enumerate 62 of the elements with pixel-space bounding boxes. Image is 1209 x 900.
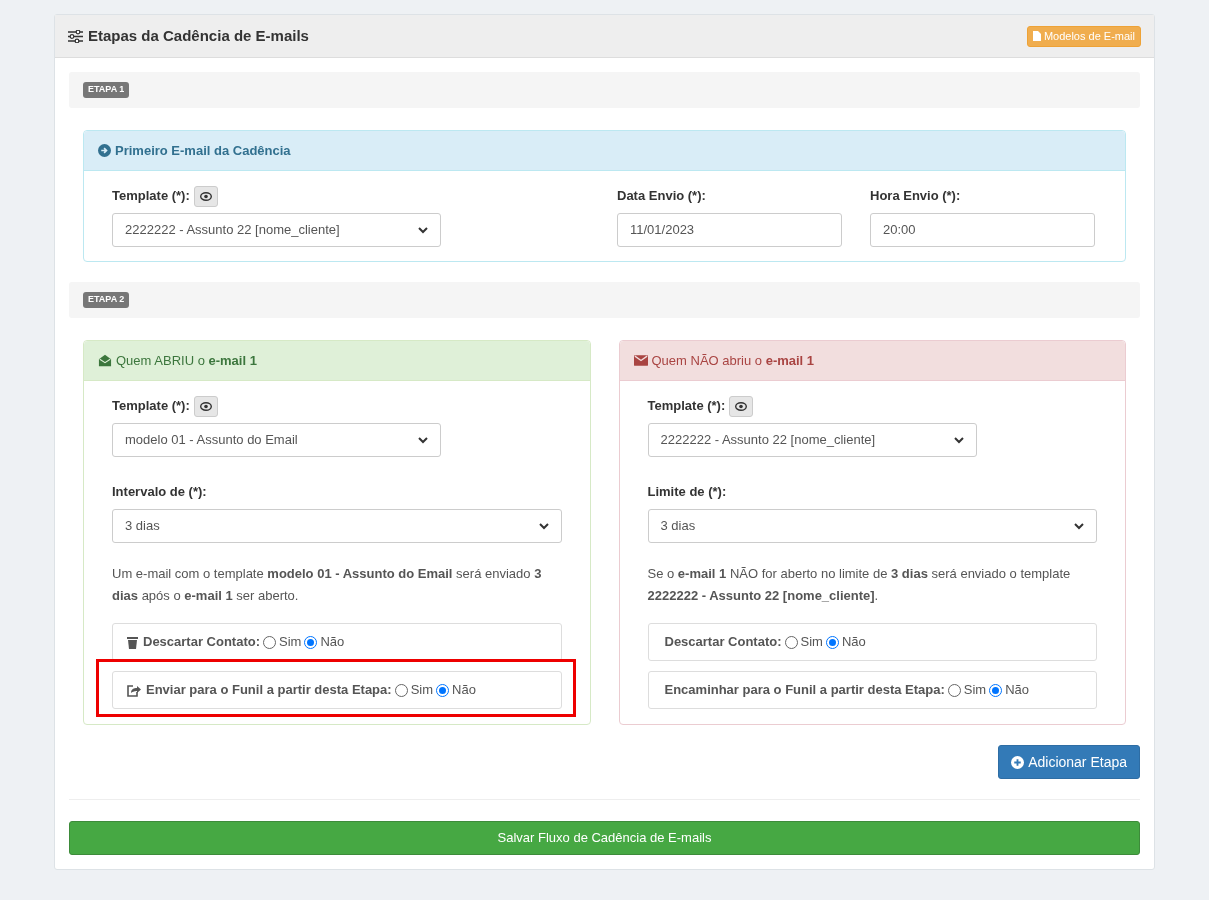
caret-icon [538,522,549,530]
description-text: Se o e-mail 1 NÃO for aberto no limite de 3 dias será enviado o template 2222222 - Assunto 22 [nome_cliente]. [647,565,1072,605]
field-label: Data Envio (*): [617,187,706,206]
radio-label: Não [841,633,866,652]
option-label: Encaminhar para o Funil a partir desta Etapa: [664,681,945,700]
panel-title: Quem ABRIU o e-mail 1 [116,351,257,370]
radio-label: Não [452,681,476,700]
select-field[interactable]: 3 dias [112,509,562,543]
envelope-icon [633,355,648,366]
arrow-circle-icon [98,144,111,157]
eye-icon [199,401,212,411]
caret-icon [418,436,428,444]
preview-button[interactable] [193,395,218,417]
radio-label: Sim [963,681,987,700]
radio-label: Não [320,633,345,652]
caret-icon [418,226,428,234]
add-step-button[interactable]: Adicionar Etapa [998,745,1140,779]
sliders-icon [68,29,83,43]
radio-label: Sim [800,633,823,652]
radio-button[interactable] [784,635,798,649]
eye-icon [735,401,748,411]
panel-title: Quem NÃO abriu o e-mail 1 [651,351,815,370]
preview-button[interactable] [193,185,218,207]
panel-title: Primeiro E-mail da Cadência [115,141,291,160]
radio-label: Sim [410,681,433,700]
preview-button[interactable] [729,395,754,417]
option-label: Descartar Contato: [143,633,261,652]
input-field[interactable]: 11/01/2023 [617,213,842,247]
caret-icon [1074,522,1084,530]
radio-button[interactable] [989,683,1003,697]
field-label: Template (*): [647,397,726,416]
select-field[interactable]: 3 dias [647,509,1097,543]
radio-label: Sim [279,633,302,652]
description-text: Um e-mail com o template modelo 01 - Assunto do Email será enviado 3 dias após o e-mail 1 ser aberto. [112,565,543,605]
card-title: Etapas da Cadência de E-mails [88,25,309,46]
input-field[interactable]: 20:00 [870,213,1095,247]
option-label: Descartar Contato: [664,633,782,652]
plus-circle-icon [1011,755,1025,769]
radio-button[interactable] [436,683,449,697]
radio-button[interactable] [947,683,961,697]
field-label: Hora Envio (*): [870,187,961,206]
share-icon [127,683,141,697]
document-icon [1032,31,1041,41]
field-label: Template (*): [112,187,190,206]
select-field[interactable]: 2222222 - Assunto 22 [nome_cliente] [112,213,441,247]
open-envelope-icon [98,354,112,367]
field-label: Template (*): [112,397,190,416]
caret-icon [953,436,964,444]
radio-button[interactable] [263,635,277,649]
radio-button[interactable] [825,635,839,649]
radio-button[interactable] [394,683,408,697]
select-field[interactable]: modelo 01 - Assunto do Email [112,423,441,457]
field-label: Limite de (*): [647,483,727,502]
field-label: Intervalo de (*): [112,483,207,502]
step-badge: ETAPA 1 [83,82,130,98]
radio-label: Não [1005,681,1030,700]
eye-icon [199,191,212,201]
select-field[interactable]: 2222222 - Assunto 22 [nome_cliente] [647,423,977,457]
step-badge: ETAPA 2 [83,292,130,308]
radio-button[interactable] [304,635,318,649]
option-label: Enviar para o Funil a partir desta Etapa: [146,681,392,700]
trash-icon [127,635,138,649]
